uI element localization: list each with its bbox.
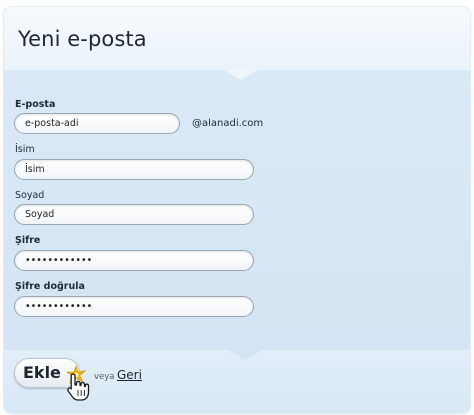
last-name-label: Soyad bbox=[15, 190, 45, 201]
password-confirm-field[interactable] bbox=[14, 296, 254, 317]
email-label: E-posta bbox=[15, 99, 56, 110]
first-name-label: İsim bbox=[15, 144, 35, 155]
email-field[interactable] bbox=[14, 113, 180, 134]
password-label: Şifre bbox=[15, 235, 41, 246]
footer-notch bbox=[228, 350, 262, 360]
password-confirm-label: Şifre doğrula bbox=[15, 281, 85, 292]
panel-header: Yeni e-posta bbox=[4, 7, 470, 70]
email-domain-suffix: @alanadi.com bbox=[192, 118, 264, 129]
or-text: veya bbox=[94, 372, 115, 382]
last-name-field[interactable] bbox=[14, 204, 254, 225]
hand-cursor-icon bbox=[67, 373, 90, 401]
back-link[interactable]: Geri bbox=[117, 368, 142, 382]
header-notch bbox=[224, 70, 258, 80]
page-title: Yeni e-posta bbox=[18, 27, 147, 51]
password-field[interactable] bbox=[14, 250, 254, 271]
first-name-field[interactable] bbox=[14, 159, 254, 180]
